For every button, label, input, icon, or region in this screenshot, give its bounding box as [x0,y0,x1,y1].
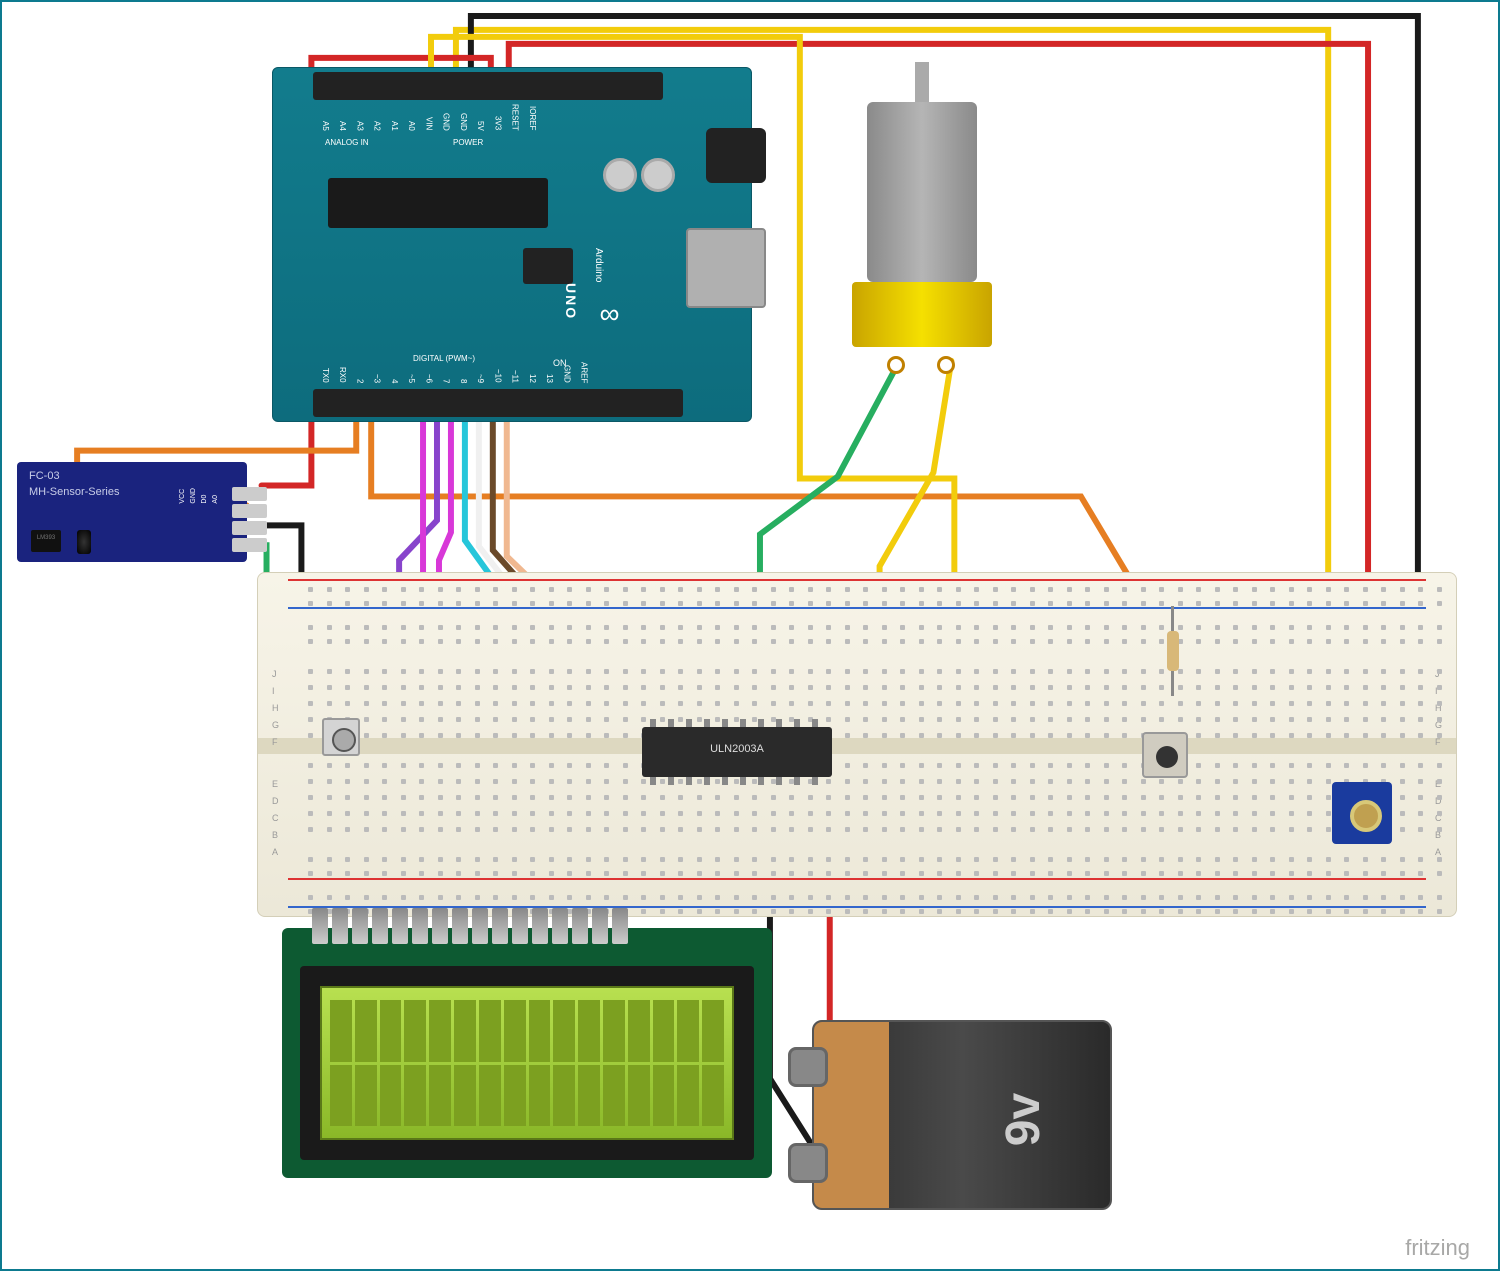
arduino-brand-label: Arduino [593,248,604,282]
arduino-digital-section-label: DIGITAL (PWM~) [413,354,475,363]
sensor-comparator-ic: LM393 [31,530,61,552]
arduino-on-led-label: ON [553,358,567,368]
sensor-pin-labels: A0 D0 GND VCC [179,488,219,504]
speed-potentiometer [1332,782,1392,844]
breadboard: J I H G F E D C B A J I H G F E D C B A [257,572,1457,917]
breadboard-center-channel [258,738,1456,754]
motor-can [867,102,977,282]
software-credit-label: fritzing [1405,1235,1470,1261]
motor-terminal-2 [937,356,955,374]
arduino-uno-board: A5 A4 A3 A2 A1 A0 VIN GND GND 5V 3V3 RES… [272,67,752,422]
arduino-power-jack [706,128,766,183]
arduino-header-top [313,72,663,100]
pull-up-resistor [1167,606,1179,696]
arduino-model-label: UNO [563,283,579,320]
arduino-atmega-chip [328,178,548,228]
sensor-ir-led [77,530,91,554]
battery-voltage-label: 9v [996,1093,1051,1146]
breadboard-row-labels-left: J I H G F E D C B A [272,669,279,857]
arduino-pin-labels-top: A5 A4 A3 A2 A1 A0 VIN GND GND 5V 3V3 RES… [321,104,543,133]
push-button [1142,732,1188,778]
uln2003a-driver-ic: ULN2003A [642,727,832,777]
diagram-canvas: A5 A4 A3 A2 A1 A0 VIN GND GND 5V 3V3 RES… [0,0,1500,1271]
arduino-logo-icon: ∞ [593,298,625,329]
arduino-power-section-label: POWER [453,138,483,147]
motor-endcap [852,282,992,347]
nine-volt-battery: 9v [812,1020,1112,1210]
lcd-header-pins [312,908,628,944]
ir-speed-sensor-module: FC-03 MH-Sensor-Series LM393 A0 D0 GND V… [17,462,247,562]
motor-terminal-1 [887,356,905,374]
arduino-usb-port [686,228,766,308]
motor-shaft [915,62,929,102]
arduino-capacitors [603,158,675,192]
sensor-series-label: MH-Sensor-Series [29,486,119,498]
lcd-16x2-display [282,928,772,1178]
dc-motor [842,92,1002,362]
lcd-character-cells [330,1000,724,1126]
contrast-trimpot [322,718,360,756]
sensor-header-pins [232,487,267,552]
battery-terminal-neg [788,1143,828,1183]
arduino-icsp-header [523,248,573,284]
arduino-analog-section-label: ANALOG IN [325,138,369,147]
battery-terminal-pos [788,1047,828,1087]
arduino-header-bottom [313,389,683,417]
sensor-model-label: FC-03 [29,470,60,482]
